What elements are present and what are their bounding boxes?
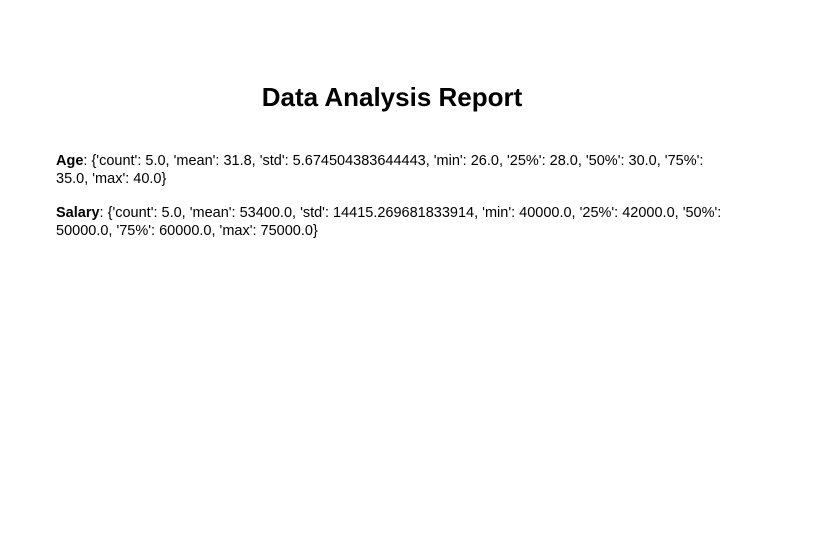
stat-label-salary: Salary (56, 205, 100, 221)
stat-value-age: {'count': 5.0, 'mean': 31.8, 'std': 5.67… (56, 153, 704, 187)
stat-row-age: Age: {'count': 5.0, 'mean': 31.8, 'std':… (56, 152, 736, 188)
stat-value-salary: {'count': 5.0, 'mean': 53400.0, 'std': 1… (56, 205, 722, 239)
stat-separator: : (99, 205, 108, 221)
page-title: Data Analysis Report (261, 82, 523, 112)
stats-list: Age: {'count': 5.0, 'mean': 31.8, 'std':… (56, 152, 736, 256)
stat-row-salary: Salary: {'count': 5.0, 'mean': 53400.0, … (56, 204, 736, 240)
stat-label-age: Age (56, 153, 84, 169)
report-page: Data Analysis Report Age: {'count': 5.0,… (0, 0, 814, 554)
